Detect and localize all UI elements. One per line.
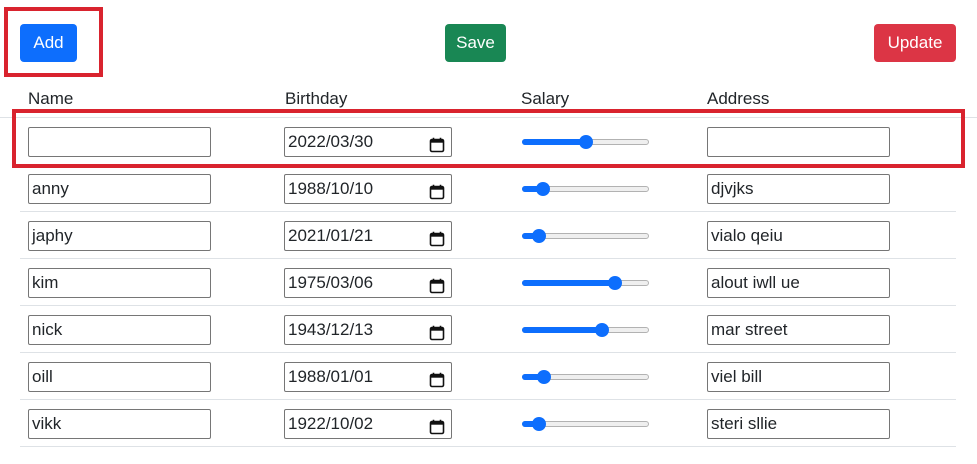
column-header-birthday: Birthday [285,89,348,108]
address-input[interactable]: steri sllie [707,409,890,439]
address-input[interactable]: djvjks [707,174,890,204]
slider-thumb[interactable] [579,135,593,149]
birthday-date-input[interactable]: 1975/03/06 [284,268,452,298]
birthday-date-input[interactable]: 1988/01/01 [284,362,452,392]
birthday-value: 1975/03/06 [288,273,374,292]
salary-slider[interactable] [522,370,649,384]
slider-thumb[interactable] [608,276,622,290]
slider-fill [522,327,602,333]
birthday-value: 1988/01/01 [288,367,374,386]
address-input[interactable]: mar street [707,315,890,345]
name-input[interactable]: kim [28,268,211,298]
slider-thumb[interactable] [536,182,550,196]
calendar-icon[interactable] [429,228,445,247]
table-row: 2022/03/30 [20,118,956,165]
birthday-date-input[interactable]: 1922/10/02 [284,409,452,439]
calendar-icon[interactable] [429,275,445,294]
salary-slider[interactable] [522,229,649,243]
address-input[interactable]: vialo qeiu [707,221,890,251]
birthday-date-input[interactable]: 1988/10/10 [284,174,452,204]
slider-thumb[interactable] [537,370,551,384]
table-row: anny 1988/10/10 djvjks [20,165,956,212]
name-input[interactable]: japhy [28,221,211,251]
slider-thumb[interactable] [532,229,546,243]
salary-slider[interactable] [522,417,649,431]
address-input[interactable]: alout iwll ue [707,268,890,298]
salary-slider[interactable] [522,323,649,337]
salary-slider[interactable] [522,276,649,290]
slider-fill [522,280,615,286]
name-input[interactable]: nick [28,315,211,345]
birthday-date-input[interactable]: 2022/03/30 [284,127,452,157]
add-button[interactable]: Add [20,24,77,62]
birthday-value: 1943/12/13 [288,320,374,339]
slider-fill [522,139,586,145]
address-input[interactable] [707,127,890,157]
column-header-address: Address [707,89,770,108]
salary-slider[interactable] [522,182,649,196]
salary-slider[interactable] [522,135,649,149]
name-input[interactable]: oill [28,362,211,392]
calendar-icon[interactable] [429,369,445,388]
calendar-icon[interactable] [429,134,445,153]
birthday-value: 2022/03/30 [288,132,374,151]
calendar-icon[interactable] [429,322,445,341]
table-row: vikk 1922/10/02 steri sllie [20,400,956,447]
name-input[interactable] [28,127,211,157]
table-row: japhy 2021/01/21 vialo qeiu [20,212,956,259]
name-input[interactable]: vikk [28,409,211,439]
save-button[interactable]: Save [445,24,506,62]
birthday-value: 1988/10/10 [288,179,374,198]
update-button[interactable]: Update [874,24,956,62]
birthday-value: 1922/10/02 [288,414,374,433]
address-input[interactable]: viel bill [707,362,890,392]
calendar-icon[interactable] [429,181,445,200]
birthday-date-input[interactable]: 2021/01/21 [284,221,452,251]
slider-thumb[interactable] [595,323,609,337]
birthday-value: 2021/01/21 [288,226,374,245]
calendar-icon[interactable] [429,416,445,435]
column-header-name: Name [28,89,74,108]
table-row: nick 1943/12/13 mar street [20,306,956,353]
table-header: Name Birthday Salary Address [0,84,977,118]
name-input[interactable]: anny [28,174,211,204]
table-row: kim 1975/03/06 alout iwll ue [20,259,956,306]
table-row: oill 1988/01/01 viel bill [20,353,956,400]
birthday-date-input[interactable]: 1943/12/13 [284,315,452,345]
column-header-salary: Salary [521,89,570,108]
slider-thumb[interactable] [532,417,546,431]
